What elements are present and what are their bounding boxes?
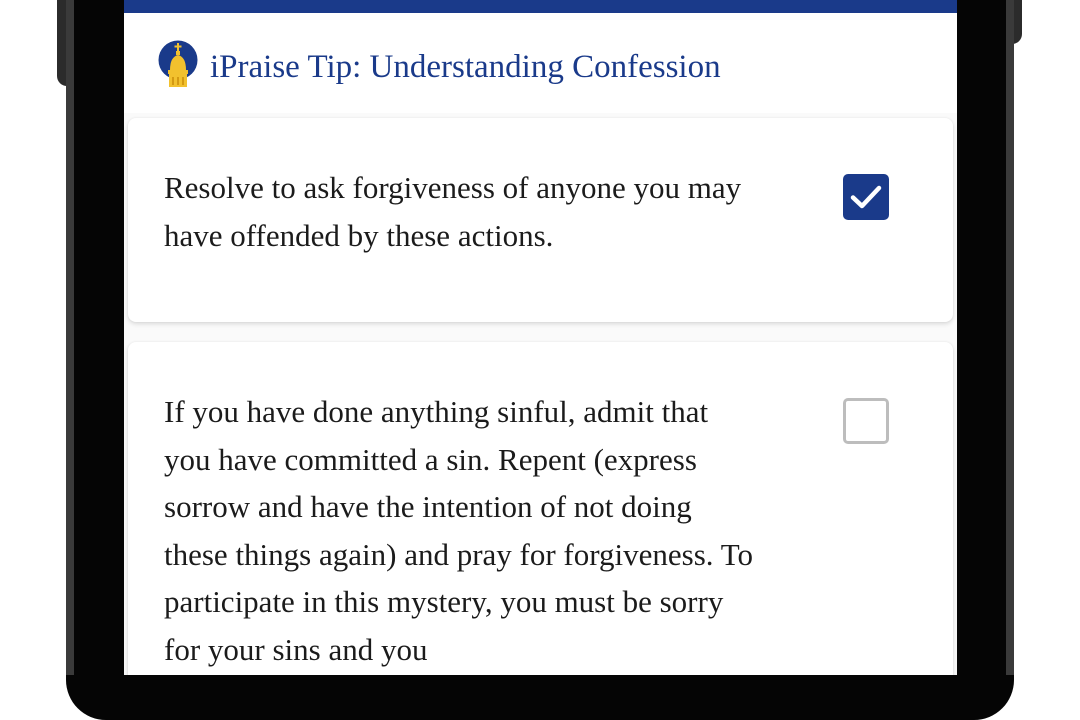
- tip-header: iPraise Tip: Understanding Confession: [124, 13, 957, 113]
- app-screen: iPraise Tip: Understanding Confession Re…: [124, 0, 957, 675]
- top-accent-bar: [124, 0, 957, 13]
- phone-frame-side: [1006, 0, 1014, 675]
- checklist-item: Resolve to ask forgiveness of anyone you…: [128, 118, 953, 322]
- church-dome-icon: [158, 40, 198, 88]
- page-title: iPraise Tip: Understanding Confession: [210, 49, 721, 85]
- checklist-item-text: Resolve to ask forgiveness of anyone you…: [164, 170, 742, 253]
- checkbox-checked[interactable]: [843, 174, 889, 220]
- checklist-item: If you have done anything sinful, admit …: [128, 342, 953, 675]
- checkmark-icon: [850, 185, 882, 209]
- phone-frame-side: [66, 0, 74, 675]
- checkbox-unchecked[interactable]: [843, 398, 889, 444]
- checklist-item-text: If you have done anything sinful, admit …: [164, 394, 753, 667]
